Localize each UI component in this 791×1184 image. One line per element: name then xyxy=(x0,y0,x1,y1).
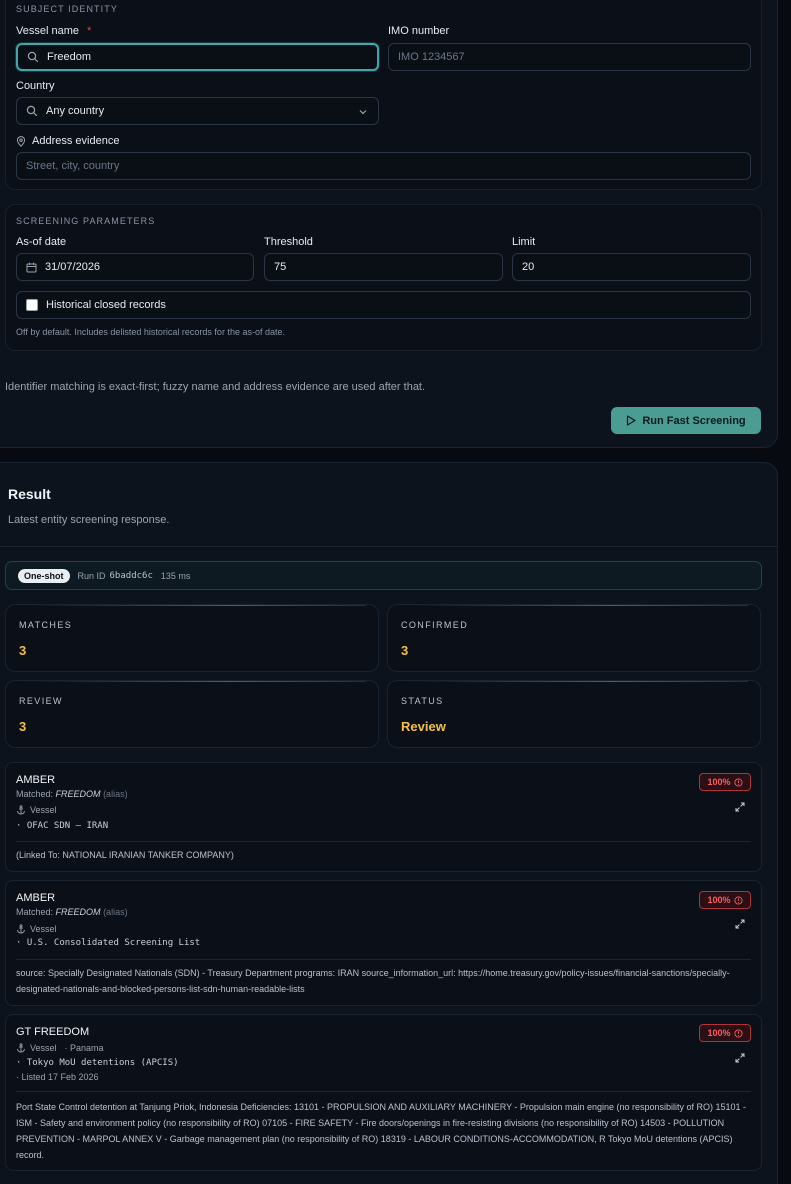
play-icon xyxy=(627,415,636,426)
stat-card-status: STATUS Review xyxy=(387,680,761,748)
stat-label: STATUS xyxy=(401,696,444,706)
subject-identity-section: SUBJECT IDENTITY Vessel name * Freedom IM… xyxy=(5,0,762,190)
mode-badge: One-shot xyxy=(18,568,70,583)
stat-value: 3 xyxy=(19,719,27,734)
country-select[interactable]: Any country xyxy=(16,97,379,125)
section-title-identity: SUBJECT IDENTITY xyxy=(16,4,118,14)
entity-type: Vessel · Panama xyxy=(16,1043,104,1053)
expand-icon[interactable] xyxy=(735,1053,745,1063)
match-card[interactable]: AMBER Matched: FREEDOM (alias) Vessel · … xyxy=(5,762,762,872)
threshold-input[interactable]: 75 xyxy=(264,253,503,281)
card-divider xyxy=(16,841,751,842)
score-badge[interactable]: 100% xyxy=(699,891,751,909)
limit-label: Limit xyxy=(512,236,536,248)
address-evidence-input[interactable]: Street, city, country xyxy=(16,152,751,180)
limit-value: 20 xyxy=(522,261,535,273)
stat-label: CONFIRMED xyxy=(401,620,469,630)
threshold-label: Threshold xyxy=(264,236,313,248)
listed-date: · Listed 17 Feb 2026 xyxy=(16,1072,99,1082)
search-icon xyxy=(27,51,39,63)
required-mark: * xyxy=(86,25,92,37)
section-title-params: SCREENING PARAMETERS xyxy=(16,216,156,226)
anchor-icon xyxy=(17,924,25,934)
match-source: · Tokyo MoU detentions (APCIS) xyxy=(16,1058,179,1068)
score-badge[interactable]: 100% xyxy=(699,773,751,791)
stat-value: 3 xyxy=(19,643,27,658)
vessel-name-value: Freedom xyxy=(47,51,92,63)
as-of-date-input[interactable]: 31/07/2026 xyxy=(16,253,254,281)
matched-alias: Matched: FREEDOM (alias) xyxy=(16,789,128,799)
address-evidence-label: Address evidence xyxy=(16,135,119,147)
stat-label: MATCHES xyxy=(19,620,73,630)
result-subtitle: Latest entity screening response. xyxy=(8,514,170,526)
imo-number-input[interactable]: IMO 1234567 xyxy=(388,43,751,71)
result-title: Result xyxy=(8,486,51,502)
info-icon xyxy=(733,895,743,905)
stat-label: REVIEW xyxy=(19,696,63,706)
anchor-icon xyxy=(17,1043,25,1053)
historical-label: Historical closed records xyxy=(46,299,166,311)
card-divider xyxy=(16,959,751,960)
historical-checkbox[interactable] xyxy=(26,299,38,311)
vessel-name-label: Vessel name * xyxy=(16,25,92,37)
result-divider xyxy=(0,546,778,547)
limit-input[interactable]: 20 xyxy=(512,253,751,281)
map-pin-icon xyxy=(16,135,26,147)
matched-alias: Matched: FREEDOM (alias) xyxy=(16,907,128,917)
search-icon xyxy=(26,105,38,117)
historical-closed-records-toggle[interactable]: Historical closed records xyxy=(16,291,751,319)
expand-icon[interactable] xyxy=(735,919,745,929)
stat-card-review: REVIEW 3 xyxy=(5,680,379,748)
imo-placeholder: IMO 1234567 xyxy=(398,51,465,63)
card-divider xyxy=(16,1091,751,1092)
historical-hint: Off by default. Includes delisted histor… xyxy=(16,327,285,337)
screening-parameters-section: SCREENING PARAMETERS As-of date 31/07/20… xyxy=(5,204,762,351)
run-id-value: 6baddc6c xyxy=(109,570,153,581)
match-source: · U.S. Consolidated Screening List xyxy=(16,938,201,948)
as-of-date-label: As-of date xyxy=(16,236,67,248)
run-duration: 135 ms xyxy=(160,570,191,581)
flag-value: · Panama xyxy=(64,1043,104,1053)
entity-type: Vessel xyxy=(16,805,57,815)
match-source: · OFAC SDN — IRAN xyxy=(16,821,109,831)
entity-type: Vessel xyxy=(16,924,57,934)
expand-icon[interactable] xyxy=(735,802,745,812)
imo-number-label: IMO number xyxy=(388,25,450,37)
anchor-icon xyxy=(17,805,25,815)
run-fast-screening-button[interactable]: Run Fast Screening xyxy=(611,407,761,434)
match-card[interactable]: AMBER Matched: FREEDOM (alias) Vessel · … xyxy=(5,880,762,1006)
match-name: AMBER xyxy=(16,774,56,786)
match-name: AMBER xyxy=(16,892,56,904)
match-card[interactable]: GT FREEDOM Vessel · Panama · Tokyo MoU d… xyxy=(5,1014,762,1171)
calendar-icon xyxy=(26,262,37,272)
info-icon xyxy=(733,1028,743,1038)
address-placeholder: Street, city, country xyxy=(26,160,120,172)
match-details: source: Specially Designated Nationals (… xyxy=(16,968,730,994)
run-info-bar: One-shot Run ID 6baddc6c 135 ms xyxy=(5,561,762,590)
chevron-down-icon xyxy=(359,110,367,115)
matching-note: Identifier matching is exact-first; fuzz… xyxy=(5,381,426,393)
vessel-name-input[interactable]: Freedom xyxy=(16,43,379,71)
stat-value: 3 xyxy=(401,643,409,658)
threshold-value: 75 xyxy=(274,261,287,273)
match-details: Port State Control detention at Tanjung … xyxy=(16,1102,747,1160)
score-badge[interactable]: 100% xyxy=(699,1024,751,1042)
as-of-date-value: 31/07/2026 xyxy=(45,261,101,273)
stat-value: Review xyxy=(401,719,446,734)
stat-card-matches: MATCHES 3 xyxy=(5,604,379,672)
match-name: GT FREEDOM xyxy=(16,1026,90,1038)
run-id-label: Run ID xyxy=(77,570,106,581)
country-value: Any country xyxy=(46,105,105,117)
match-details: (Linked To: NATIONAL IRANIAN TANKER COMP… xyxy=(16,850,234,860)
country-label: Country xyxy=(16,80,55,92)
stat-card-confirmed: CONFIRMED 3 xyxy=(387,604,761,672)
info-icon xyxy=(733,777,743,787)
